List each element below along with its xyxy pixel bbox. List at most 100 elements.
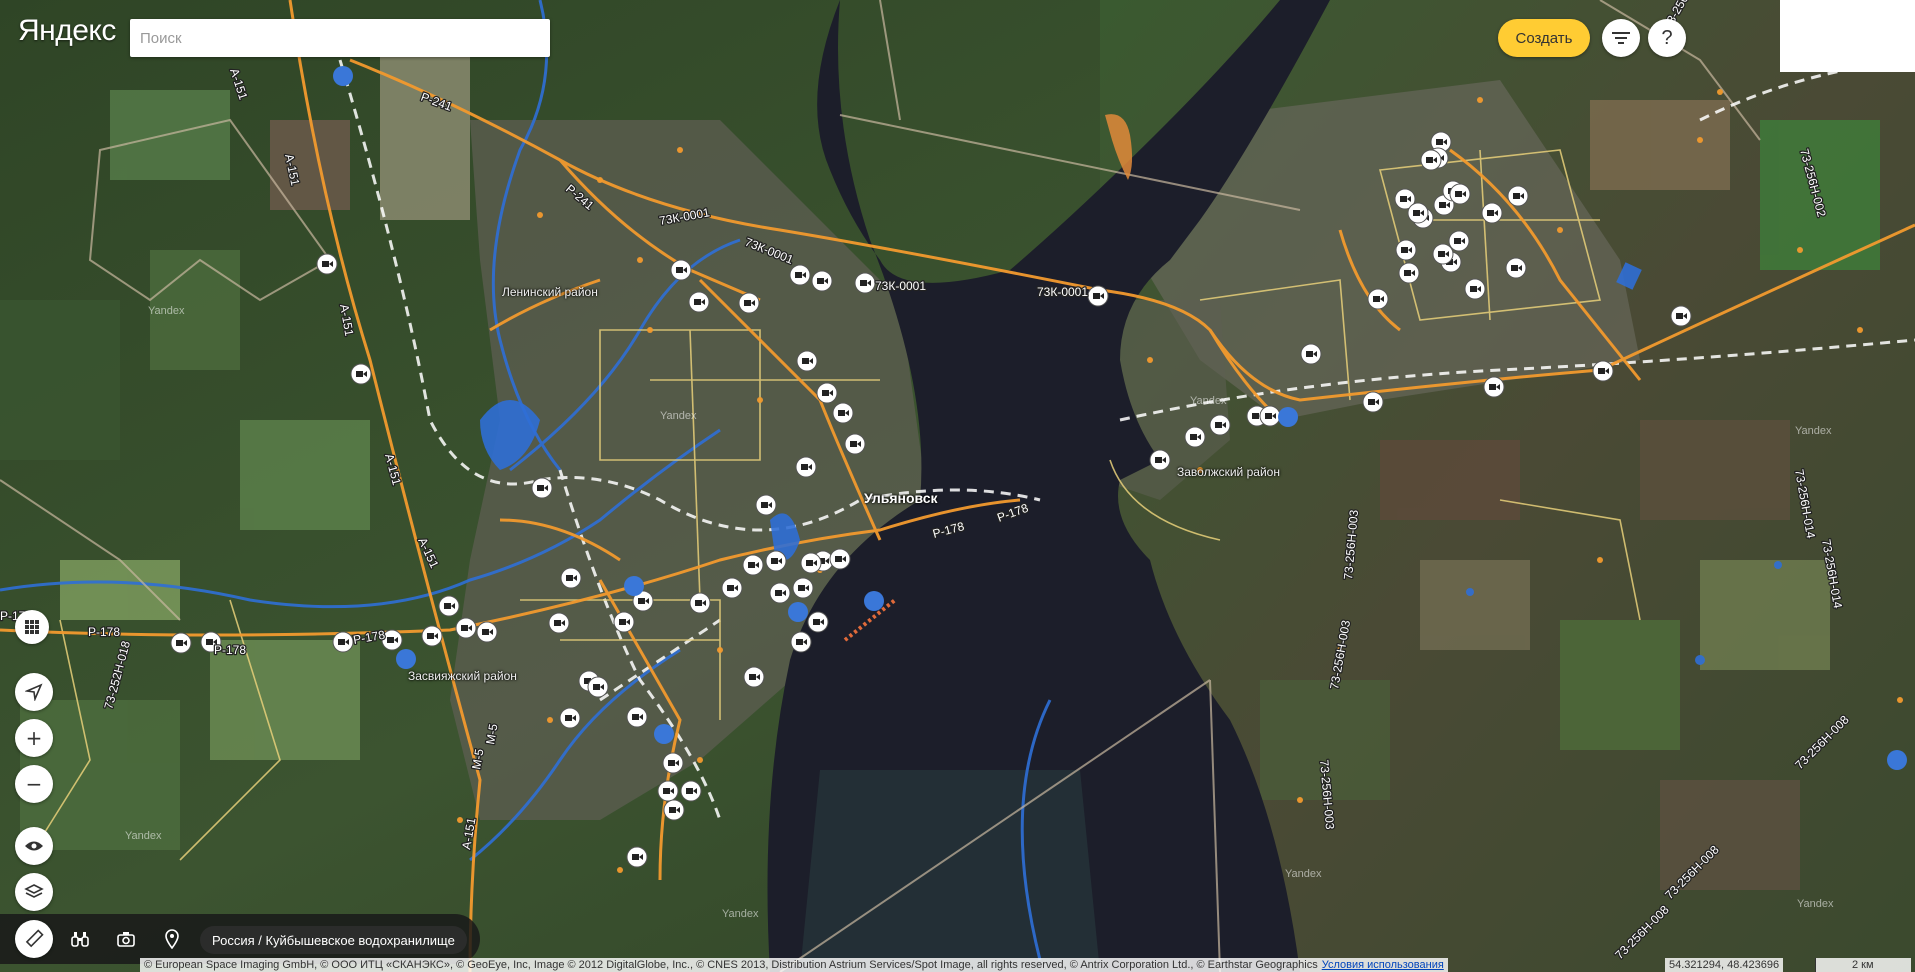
pin-icon xyxy=(165,929,179,949)
airport-icon[interactable] xyxy=(396,649,416,669)
zoom-out-button[interactable]: − xyxy=(15,765,53,803)
camera-body xyxy=(1439,202,1446,208)
camera-body xyxy=(322,261,329,267)
district-label: Заволжский район xyxy=(1177,465,1280,479)
camera-body xyxy=(775,590,782,596)
traffic-button[interactable] xyxy=(15,827,53,865)
camera-body xyxy=(1470,286,1477,292)
terms-link[interactable]: Условия использования xyxy=(1322,959,1444,971)
camera-body xyxy=(686,788,693,794)
camera-body xyxy=(860,280,867,286)
zoom-in-button[interactable]: + xyxy=(15,719,53,757)
watermark: Yandex xyxy=(125,830,162,842)
ruler-button[interactable] xyxy=(15,920,53,958)
camera-body xyxy=(632,854,639,860)
camera-icon xyxy=(117,932,135,947)
filter-icon xyxy=(1612,32,1630,44)
camera-body xyxy=(537,485,544,491)
camera-body xyxy=(748,562,755,568)
camera-body xyxy=(802,358,809,364)
poi-icon[interactable] xyxy=(1887,750,1907,770)
camera-body xyxy=(801,464,808,470)
camera-body xyxy=(206,639,213,645)
camera-body xyxy=(669,807,676,813)
camera-body xyxy=(1487,210,1494,216)
camera-body xyxy=(1404,270,1411,276)
camera-body xyxy=(444,603,451,609)
layers-button[interactable] xyxy=(15,873,53,911)
scale-label: 2 км xyxy=(1852,959,1874,971)
watermark: Yandex xyxy=(1795,425,1832,437)
watermark: Yandex xyxy=(722,908,759,920)
camera-body xyxy=(796,639,803,645)
camera-body xyxy=(1413,210,1420,216)
satellite-map[interactable]: Р-241 Р-241 А-151 А-151 А-151 А-151 А-15… xyxy=(0,0,1915,972)
search-input[interactable] xyxy=(130,19,550,57)
road-label: 73К-0001 xyxy=(875,279,926,293)
road-label: 73К-0001 xyxy=(1037,285,1088,299)
camera-body xyxy=(771,558,778,564)
watermark: Yandex xyxy=(1190,395,1227,407)
bus-stop-icon[interactable] xyxy=(624,576,644,596)
water-tint xyxy=(800,770,1100,972)
camera-body xyxy=(850,441,857,447)
route-button[interactable] xyxy=(15,673,53,711)
camera-body xyxy=(632,714,639,720)
watermark: Yandex xyxy=(1797,898,1834,910)
minus-icon: − xyxy=(25,772,43,796)
port-anchor-icon[interactable] xyxy=(864,591,884,611)
camera-body xyxy=(338,639,345,645)
yandex-logo[interactable]: Яндекс xyxy=(18,14,116,48)
camera-body xyxy=(1489,384,1496,390)
camera-body xyxy=(1093,293,1100,299)
create-button[interactable]: Создать xyxy=(1498,19,1590,57)
camera-body xyxy=(176,640,183,646)
camera-body xyxy=(1598,368,1605,374)
camera-body xyxy=(806,560,813,566)
copyright-text: © European Space Imaging GmbH, © ООО ИТЦ… xyxy=(144,959,1318,971)
city-label: Ульяновск xyxy=(864,490,938,506)
bus-stop-icon[interactable] xyxy=(1278,407,1298,427)
camera-body xyxy=(727,585,734,591)
photos-button[interactable] xyxy=(107,920,145,958)
camera-body xyxy=(387,637,394,643)
camera-body xyxy=(822,390,829,396)
bus-stop-icon[interactable] xyxy=(654,724,674,744)
camera-body xyxy=(835,556,842,562)
camera-body xyxy=(619,619,626,625)
camera-body xyxy=(1155,457,1162,463)
camera-body xyxy=(356,371,363,377)
camera-body xyxy=(554,620,561,626)
camera-body xyxy=(566,575,573,581)
camera-body xyxy=(1676,313,1683,319)
camera-body xyxy=(1400,196,1407,202)
road-label: Р-178 xyxy=(88,625,120,639)
camera-body xyxy=(838,410,845,416)
binoculars-icon xyxy=(71,932,89,947)
camera-body xyxy=(1426,157,1433,163)
camera-body xyxy=(817,278,824,284)
bus-stop-icon[interactable] xyxy=(788,602,808,622)
panorama-button[interactable] xyxy=(61,920,99,958)
breadcrumb[interactable]: Россия / Куйбышевское водохранилище xyxy=(200,926,467,954)
top-right-panel xyxy=(1780,0,1915,72)
camera-body xyxy=(695,600,702,606)
camera-body xyxy=(1436,139,1443,145)
copyright-bar: © European Space Imaging GmbH, © ООО ИТЦ… xyxy=(140,958,1448,972)
watermark: Yandex xyxy=(148,305,185,317)
camera-body xyxy=(1265,413,1272,419)
camera-body xyxy=(1513,193,1520,199)
camera-body xyxy=(694,299,701,305)
camera-body xyxy=(1368,399,1375,405)
filter-button[interactable] xyxy=(1602,19,1640,57)
places-button[interactable] xyxy=(153,920,191,958)
coordinates-readout: 54.321294, 48.423696 xyxy=(1665,958,1784,972)
camera-body xyxy=(1190,434,1197,440)
services-button[interactable] xyxy=(15,610,49,644)
camera-body xyxy=(1438,251,1445,257)
camera-body xyxy=(638,598,645,604)
bus-stop-icon[interactable] xyxy=(333,66,353,86)
help-button[interactable]: ? xyxy=(1648,19,1686,57)
camera-body xyxy=(798,585,805,591)
camera-body xyxy=(749,674,756,680)
